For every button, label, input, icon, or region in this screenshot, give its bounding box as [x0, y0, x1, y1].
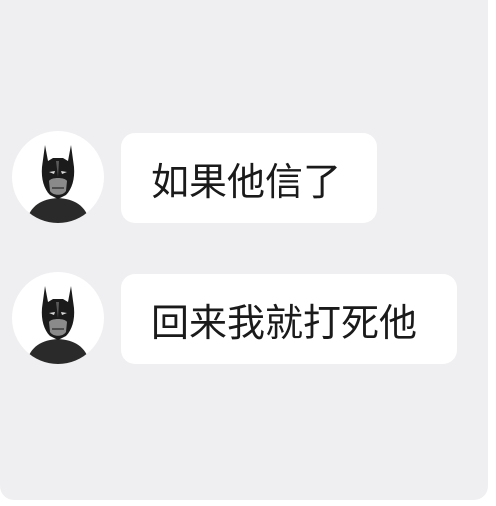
message-bubble[interactable]: 如果他信了 [121, 133, 377, 223]
chat-window: 如果他信了 回来我就打死他 [0, 0, 488, 500]
avatar[interactable] [12, 131, 104, 223]
batman-avatar-icon [26, 145, 90, 223]
avatar[interactable] [12, 272, 104, 364]
message-text: 如果他信了 [151, 159, 342, 204]
message-bubble[interactable]: 回来我就打死他 [121, 274, 457, 364]
message-text: 回来我就打死他 [151, 300, 418, 345]
batman-avatar-icon [26, 286, 90, 364]
